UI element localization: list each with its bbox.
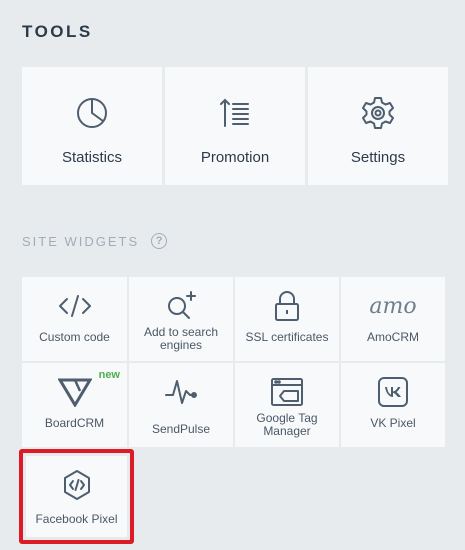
sendpulse-label: SendPulse (151, 422, 211, 436)
settings-tile[interactable]: Settings (308, 67, 448, 185)
widgets-grid: Custom code Add to search engines SSL ce… (22, 277, 445, 447)
help-icon[interactable]: ? (151, 233, 168, 249)
amocrm-logo-icon: amo (369, 289, 416, 323)
code-icon (58, 289, 92, 323)
vk-pixel-tile[interactable]: VK Pixel (341, 363, 445, 447)
site-widgets-title: SITE WIDGETS (22, 233, 140, 249)
sendpulse-tile[interactable]: SendPulse (129, 363, 233, 447)
vk-pixel-label: VK Pixel (370, 416, 416, 430)
new-badge: new (98, 369, 120, 381)
site-widgets-heading: SITE WIDGETS ? (22, 233, 168, 249)
ssl-certificates-label: SSL certificates (245, 330, 329, 344)
gear-icon (360, 95, 396, 131)
boardcrm-logo-icon (57, 375, 92, 409)
statistics-label: Statistics (61, 149, 122, 166)
pulse-icon (164, 375, 198, 409)
ssl-certificates-tile[interactable]: SSL certificates (235, 277, 339, 361)
promotion-tile[interactable]: Promotion (165, 67, 305, 185)
boardcrm-label: BoardCRM (44, 416, 105, 430)
amocrm-logo-text: amo (369, 293, 417, 319)
vk-logo-icon (378, 375, 408, 409)
settings-label: Settings (350, 149, 406, 166)
statistics-tile[interactable]: Statistics (22, 67, 162, 185)
amocrm-label: AmoCRM (366, 330, 419, 344)
search-engines-label: Add to search engines (143, 325, 219, 352)
search-plus-icon (164, 289, 198, 323)
amocrm-tile[interactable]: amo AmoCRM (341, 277, 445, 361)
browser-tag-icon (270, 375, 304, 409)
promotion-label: Promotion (200, 149, 270, 166)
custom-code-tile[interactable]: Custom code (22, 277, 127, 361)
pie-chart-icon (75, 95, 109, 131)
facebook-pixel-tile[interactable]: Facebook Pixel (26, 456, 127, 537)
google-tag-manager-label: Google Tag Manager (256, 411, 318, 438)
search-engines-tile[interactable]: Add to search engines (129, 277, 233, 361)
facebook-pixel-label: Facebook Pixel (35, 512, 118, 526)
facebook-pixel-highlight: Facebook Pixel (19, 449, 134, 544)
google-tag-manager-tile[interactable]: Google Tag Manager (235, 363, 339, 447)
custom-code-label: Custom code (39, 330, 110, 344)
lock-icon (273, 289, 301, 323)
tools-heading: TOOLS (22, 22, 93, 41)
hexagon-code-icon (62, 468, 92, 502)
tools-grid: Statistics Promotion Settings (22, 67, 448, 185)
boardcrm-tile[interactable]: new BoardCRM (22, 363, 127, 447)
sort-list-icon (218, 95, 252, 131)
